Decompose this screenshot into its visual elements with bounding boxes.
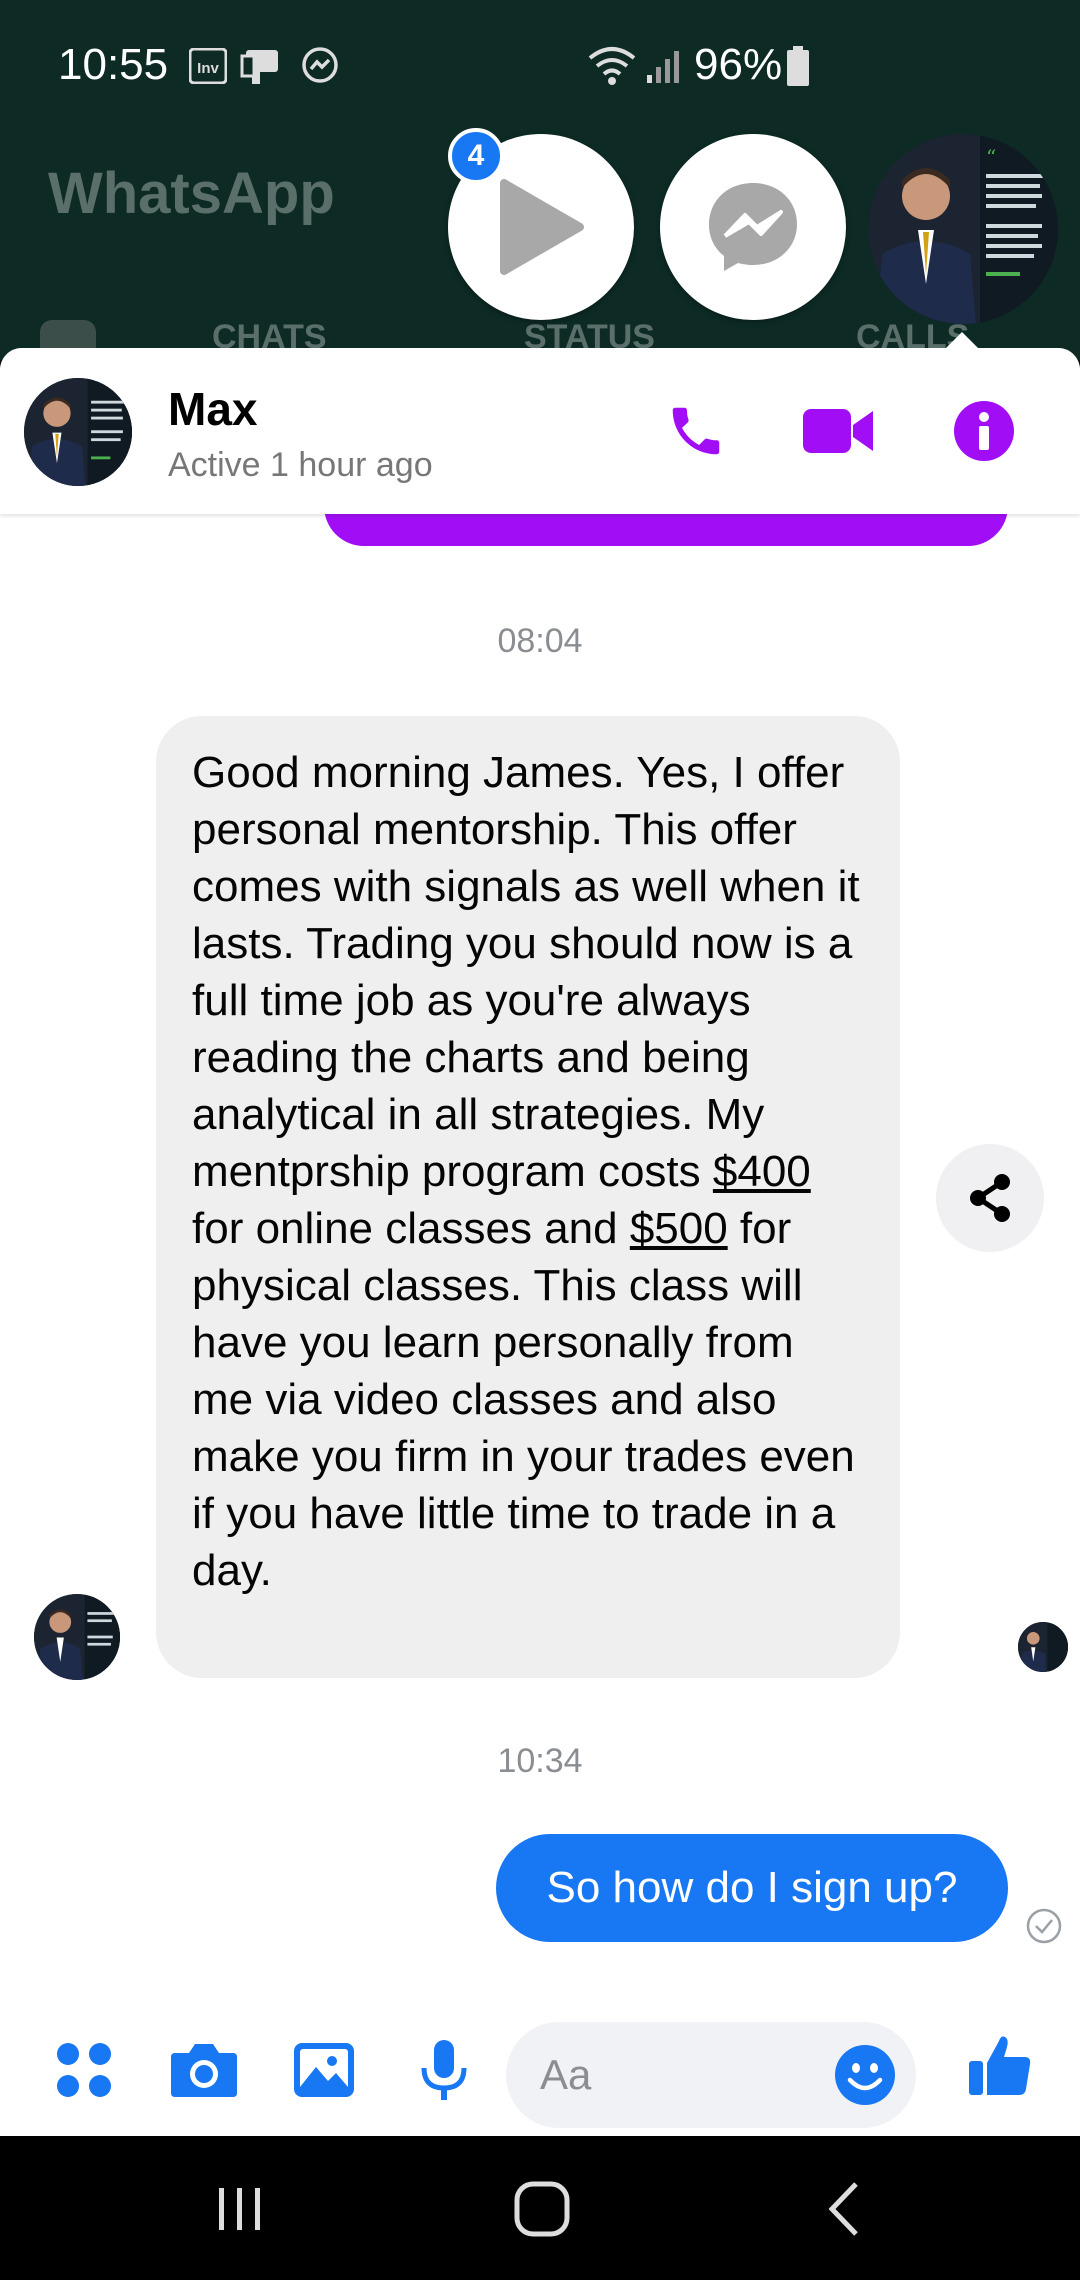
background-app-title: WhatsApp <box>48 161 335 226</box>
back-chevron-icon <box>828 2182 858 2236</box>
microphone-icon <box>421 2040 467 2100</box>
back-button[interactable] <box>804 2174 884 2244</box>
camera-icon <box>171 2044 237 2097</box>
apps-grid-icon <box>57 2043 111 2097</box>
chat-app-icon <box>238 46 284 86</box>
contact-chathead-avatar[interactable]: “ <box>868 134 1058 324</box>
read-receipt-avatar <box>1018 1622 1068 1672</box>
received-message-bubble[interactable]: Good morning James. Yes, I offer persona… <box>156 716 900 1678</box>
sent-message-text: So how do I sign up? <box>546 1863 958 1912</box>
video-camera-icon <box>803 409 873 453</box>
unread-badge: 4 <box>448 128 504 184</box>
timestamp-separator: 10:34 <box>497 1742 583 1780</box>
home-button[interactable] <box>502 2174 582 2244</box>
voice-message-button[interactable] <box>406 2032 482 2108</box>
image-icon <box>294 2043 354 2097</box>
chat-header: Max Active 1 hour ago <box>0 348 1080 514</box>
chat-panel: Max Active 1 hour ago management 08:04 G… <box>0 348 1080 2136</box>
timestamp-separator: 08:04 <box>497 622 583 660</box>
svg-text:“: “ <box>986 145 996 169</box>
share-icon <box>970 1174 1010 1222</box>
battery-icon <box>784 46 812 86</box>
status-clock: 10:55 <box>58 40 169 89</box>
sent-check-icon <box>1026 1908 1062 1944</box>
video-call-button[interactable] <box>800 398 876 464</box>
sender-avatar[interactable] <box>34 1594 120 1680</box>
like-button[interactable] <box>962 2028 1038 2104</box>
message-text: for online classes and <box>192 1204 630 1253</box>
message-input-field[interactable] <box>506 2022 916 2128</box>
status-bar: 10:55 Inv 96% <box>0 0 1080 110</box>
sent-message-bubble[interactable]: So how do I sign up? <box>496 1834 1008 1942</box>
investing-app-icon: Inv <box>188 46 228 86</box>
system-navigation-bar <box>0 2136 1080 2280</box>
thumbs-up-icon <box>969 2036 1031 2095</box>
battery-percentage: 96% <box>694 40 783 89</box>
messenger-logo-icon <box>709 183 797 271</box>
contact-active-status: Active 1 hour ago <box>168 446 433 484</box>
home-icon <box>514 2181 570 2237</box>
wifi-icon <box>586 46 638 86</box>
play-icon <box>500 179 584 275</box>
message-text: for physical classes. This class will ha… <box>192 1204 855 1595</box>
info-icon <box>954 401 1014 461</box>
emoji-icon <box>835 2045 895 2105</box>
message-composer <box>0 2002 1080 2136</box>
recent-apps-button[interactable] <box>200 2174 280 2244</box>
price-link-physical[interactable]: $500 <box>630 1204 728 1253</box>
price-link-online[interactable]: $400 <box>713 1147 811 1196</box>
camera-button[interactable] <box>166 2032 242 2108</box>
contact-avatar[interactable] <box>24 378 132 486</box>
voice-call-button[interactable] <box>658 398 734 464</box>
contact-name[interactable]: Max <box>168 382 257 436</box>
recent-apps-icon <box>219 2188 260 2230</box>
signal-icon <box>644 46 684 86</box>
gallery-button[interactable] <box>286 2032 362 2108</box>
message-input[interactable] <box>540 2050 800 2100</box>
emoji-button[interactable] <box>832 2042 898 2108</box>
conversation-info-button[interactable] <box>946 398 1022 464</box>
message-text: Good morning James. Yes, I offer persona… <box>192 748 860 1196</box>
svg-text:Inv: Inv <box>197 60 219 77</box>
phone-icon <box>672 407 720 455</box>
more-actions-button[interactable] <box>46 2032 122 2108</box>
messenger-chathead[interactable] <box>660 134 846 320</box>
share-message-button[interactable] <box>936 1144 1044 1252</box>
messenger-icon <box>298 46 342 86</box>
